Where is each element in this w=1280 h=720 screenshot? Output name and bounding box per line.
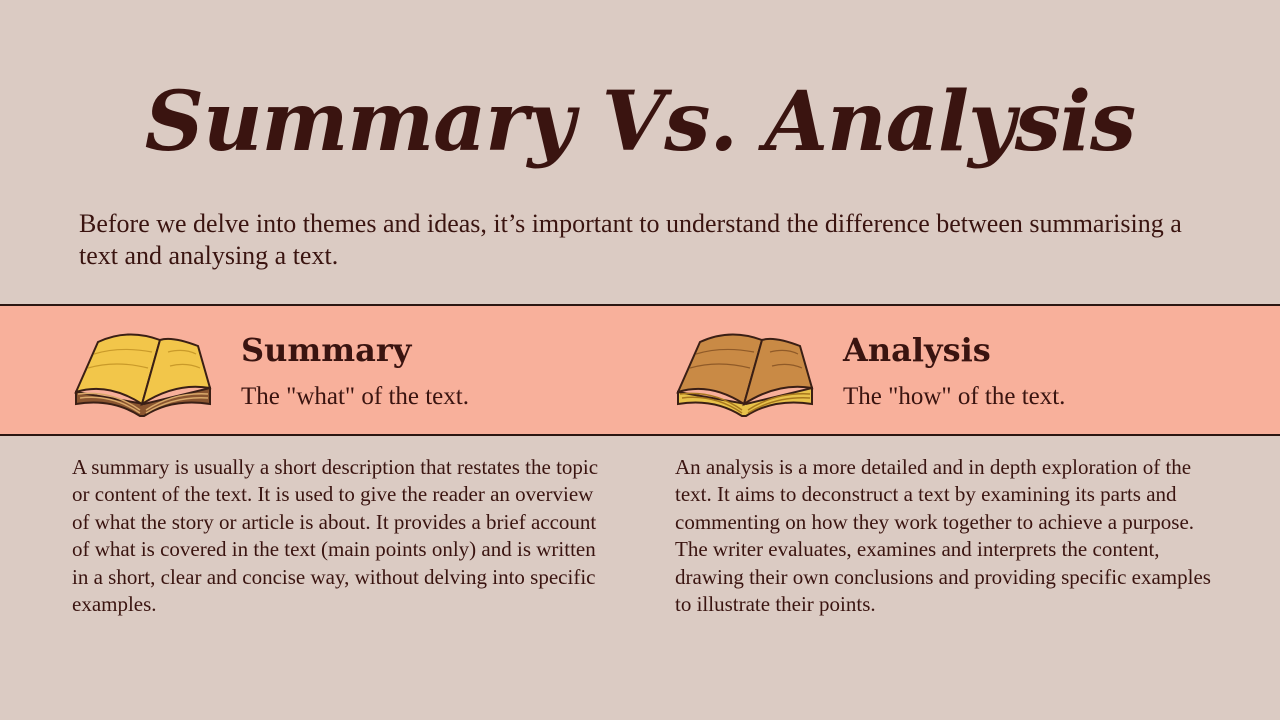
analysis-book-icon — [676, 333, 814, 417]
summary-book-icon — [74, 333, 212, 417]
summary-heading: Summary — [241, 331, 412, 369]
intro-text: Before we delve into themes and ideas, i… — [79, 209, 1182, 270]
page-title: Summary Vs. Analysis — [144, 74, 1136, 170]
analysis-subheading: The "how" of the text. — [843, 383, 1066, 410]
summary-description: A summary is usually a short description… — [72, 455, 599, 617]
analysis-heading: Analysis — [843, 331, 991, 369]
comparison-band: Summary The "what" of the text. Analysis… — [0, 304, 1280, 436]
summary-subheading: The "what" of the text. — [241, 383, 469, 410]
analysis-description: An analysis is a more detailed and in de… — [675, 455, 1211, 617]
